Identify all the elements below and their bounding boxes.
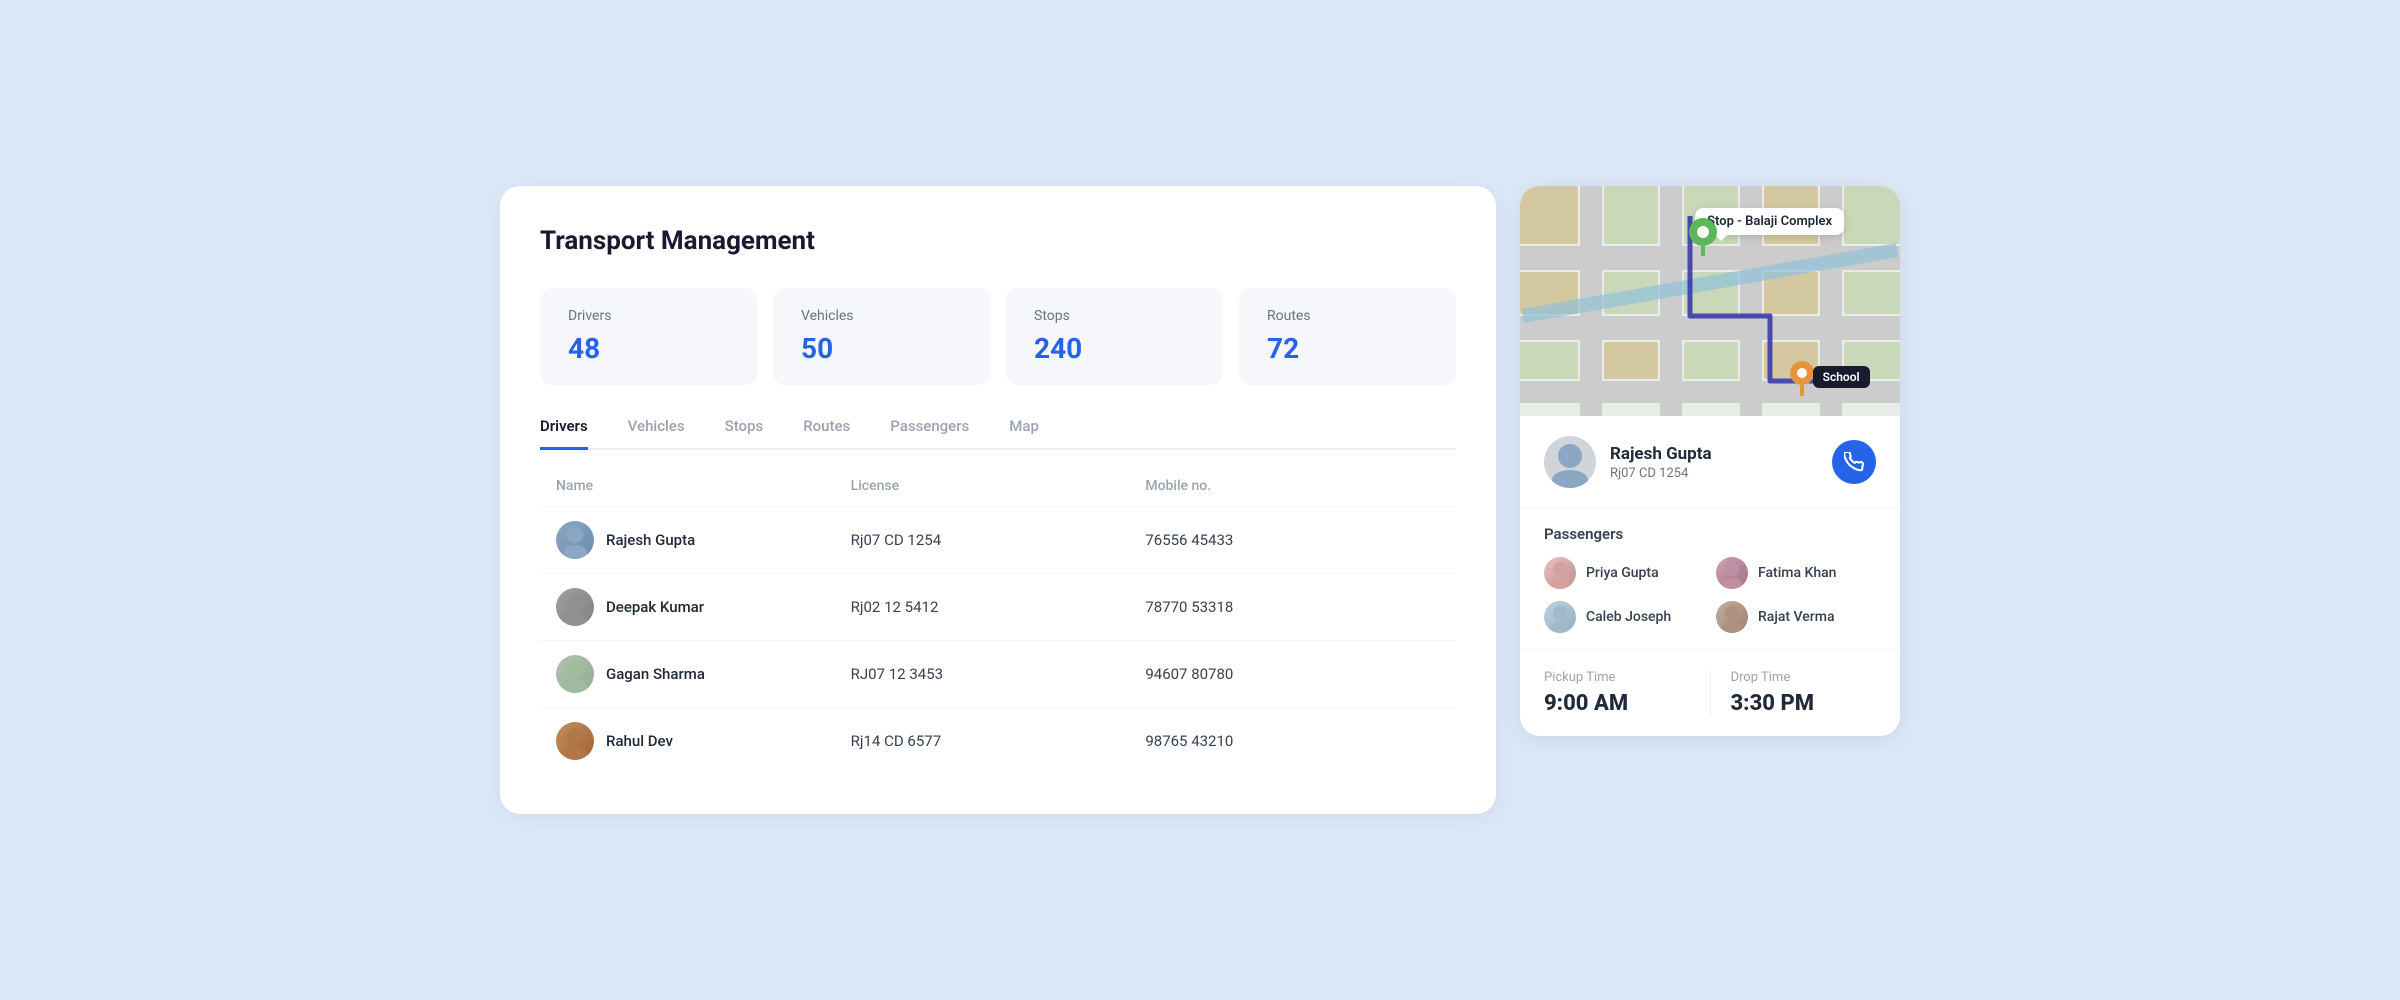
- pickup-label: Pickup Time: [1544, 670, 1690, 685]
- passenger-item: Caleb Joseph: [1544, 601, 1704, 633]
- passenger-avatar: [1716, 557, 1748, 589]
- tab-vehicles[interactable]: Vehicles: [628, 417, 685, 450]
- passenger-avatar: [1544, 557, 1576, 589]
- passenger-item: Priya Gupta: [1544, 557, 1704, 589]
- passenger-name: Rajat Verma: [1758, 609, 1835, 625]
- drop-block: Drop Time 3:30 PM: [1710, 670, 1877, 716]
- stat-card-drivers: Drivers 48: [540, 288, 757, 385]
- stat-card-routes: Routes 72: [1239, 288, 1456, 385]
- pickup-value: 9:00 AM: [1544, 691, 1690, 716]
- stats-row: Drivers 48 Vehicles 50 Stops 240 Routes …: [540, 288, 1456, 385]
- school-label: School: [1813, 366, 1870, 388]
- table-header: Name License Mobile no.: [540, 478, 1456, 506]
- drop-label: Drop Time: [1731, 670, 1877, 685]
- mobile: 98765 43210: [1145, 732, 1440, 750]
- passenger-avatar: [1716, 601, 1748, 633]
- passenger-item: Fatima Khan: [1716, 557, 1876, 589]
- drop-value: 3:30 PM: [1731, 691, 1877, 716]
- driver-info-section: Rajesh Gupta Rj07 CD 1254: [1520, 416, 1900, 509]
- main-card: Transport Management Drivers 48 Vehicles…: [500, 186, 1496, 814]
- stat-label-stops: Stops: [1034, 308, 1195, 324]
- mobile: 94607 80780: [1145, 665, 1440, 683]
- passenger-name: Caleb Joseph: [1586, 609, 1671, 625]
- stat-value-drivers: 48: [568, 332, 729, 365]
- license: Rj14 CD 6577: [851, 732, 1146, 750]
- table-row[interactable]: Rajesh Gupta Rj07 CD 1254 76556 45433: [540, 506, 1456, 573]
- passengers-title: Passengers: [1544, 525, 1876, 543]
- col-license: License: [851, 478, 1146, 494]
- driver-info-left: Rajesh Gupta Rj07 CD 1254: [1544, 436, 1712, 488]
- tabs: Drivers Vehicles Stops Routes Passengers…: [540, 417, 1456, 450]
- stat-card-stops: Stops 240: [1006, 288, 1223, 385]
- stat-value-routes: 72: [1267, 332, 1428, 365]
- map-pin-green: [1687, 216, 1719, 248]
- license: RJ07 12 3453: [851, 665, 1146, 683]
- license: Rj07 CD 1254: [851, 531, 1146, 549]
- driver-side-license: Rj07 CD 1254: [1610, 466, 1712, 481]
- tab-passengers[interactable]: Passengers: [890, 417, 969, 450]
- stat-card-vehicles: Vehicles 50: [773, 288, 990, 385]
- stat-label-routes: Routes: [1267, 308, 1428, 324]
- passenger-item: Rajat Verma: [1716, 601, 1876, 633]
- passengers-section: Passengers Priya Gupta Fatima Khan: [1520, 509, 1900, 650]
- passenger-avatar: [1544, 601, 1576, 633]
- drivers-table: Name License Mobile no. Rajesh Gupta Rj0…: [540, 478, 1456, 774]
- driver-name: Deepak Kumar: [606, 598, 704, 616]
- page-wrapper: Transport Management Drivers 48 Vehicles…: [500, 186, 1900, 814]
- side-panel: Stop - Balaji Complex School: [1520, 186, 1900, 736]
- call-button[interactable]: [1832, 440, 1876, 484]
- stat-label-drivers: Drivers: [568, 308, 729, 324]
- driver-side-avatar: [1544, 436, 1596, 488]
- tab-routes[interactable]: Routes: [803, 417, 850, 450]
- driver-name-cell: Rajesh Gupta: [556, 521, 851, 559]
- table-row[interactable]: Gagan Sharma RJ07 12 3453 94607 80780: [540, 640, 1456, 707]
- license: Rj02 12 5412: [851, 598, 1146, 616]
- driver-name-cell: Rahul Dev: [556, 722, 851, 760]
- pickup-block: Pickup Time 9:00 AM: [1544, 670, 1690, 716]
- passenger-name: Fatima Khan: [1758, 565, 1836, 581]
- driver-name-cell: Deepak Kumar: [556, 588, 851, 626]
- stat-label-vehicles: Vehicles: [801, 308, 962, 324]
- driver-text: Rajesh Gupta Rj07 CD 1254: [1610, 444, 1712, 481]
- avatar: [556, 521, 594, 559]
- driver-name: Gagan Sharma: [606, 665, 705, 683]
- tab-stops[interactable]: Stops: [725, 417, 764, 450]
- stat-value-vehicles: 50: [801, 332, 962, 365]
- table-row[interactable]: Rahul Dev Rj14 CD 6577 98765 43210: [540, 707, 1456, 774]
- page-title: Transport Management: [540, 226, 1456, 256]
- mobile: 78770 53318: [1145, 598, 1440, 616]
- map-area: Stop - Balaji Complex School: [1520, 186, 1900, 416]
- table-row[interactable]: Deepak Kumar Rj02 12 5412 78770 53318: [540, 573, 1456, 640]
- avatar: [556, 588, 594, 626]
- passenger-name: Priya Gupta: [1586, 565, 1659, 581]
- time-section: Pickup Time 9:00 AM Drop Time 3:30 PM: [1520, 650, 1900, 736]
- driver-name: Rajesh Gupta: [606, 531, 695, 549]
- driver-name: Rahul Dev: [606, 732, 673, 750]
- avatar: [556, 722, 594, 760]
- driver-name-cell: Gagan Sharma: [556, 655, 851, 693]
- tab-drivers[interactable]: Drivers: [540, 417, 588, 450]
- stat-value-stops: 240: [1034, 332, 1195, 365]
- mobile: 76556 45433: [1145, 531, 1440, 549]
- driver-side-name: Rajesh Gupta: [1610, 444, 1712, 464]
- passengers-grid: Priya Gupta Fatima Khan Caleb Joseph: [1544, 557, 1876, 633]
- col-mobile: Mobile no.: [1145, 478, 1440, 494]
- col-name: Name: [556, 478, 851, 494]
- tab-map[interactable]: Map: [1009, 417, 1039, 450]
- avatar: [556, 655, 594, 693]
